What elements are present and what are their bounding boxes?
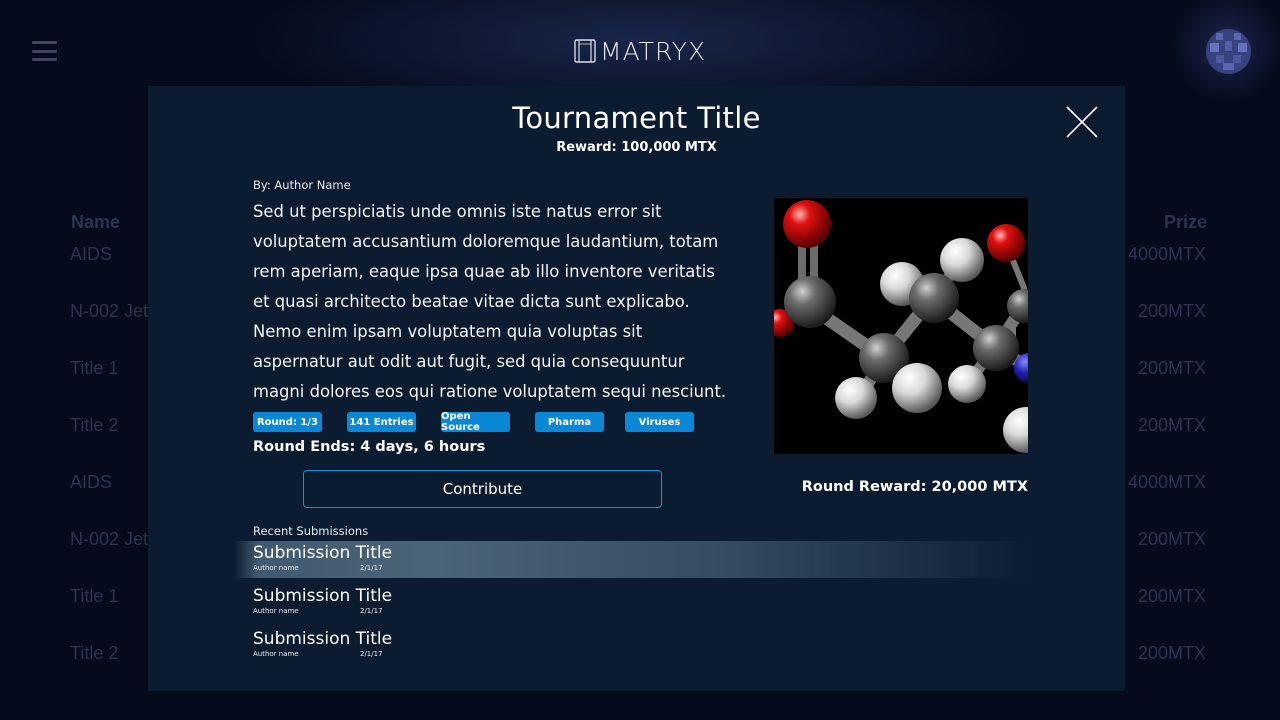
tag-entries[interactable]: 141 Entries: [347, 412, 416, 432]
row-prize: 200MTX: [1137, 358, 1206, 378]
tournament-reward: Reward: 100,000 MTX: [556, 140, 717, 155]
round-reward: Round Reward: 20,000 MTX: [801, 479, 1028, 495]
tag-pharma[interactable]: Pharma: [535, 412, 604, 432]
submission-author: Author name: [253, 607, 299, 615]
submission-author: Author name: [253, 564, 299, 572]
submission-date: 2/1/17: [360, 607, 383, 615]
recent-submissions-label: Recent Submissions: [253, 524, 369, 538]
submission-title: Submission Title: [253, 543, 393, 563]
tournament-description: Sed ut perspiciatis unde omnis iste natu…: [253, 202, 727, 401]
round-ends: Round Ends: 4 days, 6 hours: [253, 439, 486, 455]
row-prize: 4000MTX: [1127, 244, 1206, 264]
tournament-modal: Tournament Title Reward: 100,000 MTX By:…: [148, 86, 1125, 691]
submission-item[interactable]: Submission Title Author name 2/1/17: [234, 541, 1034, 578]
row-name: Title 2: [70, 643, 119, 663]
row-name: N-002 Jet: [70, 529, 149, 549]
submission-item[interactable]: Submission Title Author name 2/1/17: [234, 627, 1034, 664]
close-icon[interactable]: [1066, 106, 1098, 138]
row-name: AIDS: [70, 244, 113, 264]
row-prize: 200MTX: [1137, 301, 1206, 321]
submission-author: Author name: [253, 650, 299, 658]
contribute-button[interactable]: Contribute: [303, 470, 662, 508]
tag-viruses[interactable]: Viruses: [625, 412, 694, 432]
row-prize: 200MTX: [1137, 643, 1206, 663]
column-header-prize[interactable]: Prize: [1164, 212, 1207, 233]
submission-item[interactable]: Submission Title Author name 2/1/17: [234, 584, 1034, 621]
row-name: N-002 Jet: [70, 301, 149, 321]
submission-date: 2/1/17: [360, 650, 383, 658]
row-name: Title 1: [70, 358, 119, 378]
submission-title: Submission Title: [253, 629, 393, 649]
row-name: AIDS: [70, 472, 113, 492]
tag-open-source[interactable]: Open Source: [441, 411, 510, 433]
molecule-image: [774, 198, 1028, 454]
tournament-title: Tournament Title: [512, 101, 761, 135]
row-prize: 4000MTX: [1127, 472, 1206, 492]
row-prize: 200MTX: [1137, 415, 1206, 435]
submission-title: Submission Title: [253, 586, 393, 606]
tag-round[interactable]: Round: 1/3: [253, 412, 322, 432]
author-name[interactable]: By: Author Name: [253, 178, 351, 192]
row-name: Title 1: [70, 586, 119, 606]
row-prize: 200MTX: [1137, 529, 1206, 549]
row-name: Title 2: [70, 415, 119, 435]
row-prize: 200MTX: [1137, 586, 1206, 606]
submission-date: 2/1/17: [360, 564, 383, 572]
column-header-name[interactable]: Name: [71, 212, 120, 233]
